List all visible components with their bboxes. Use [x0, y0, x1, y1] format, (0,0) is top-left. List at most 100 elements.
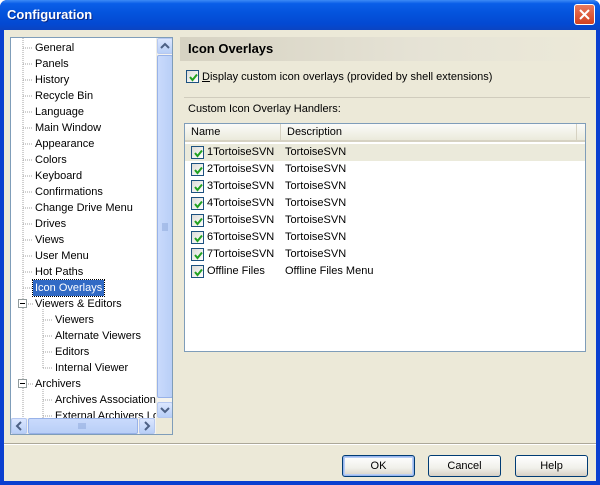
handler-description: TortoiseSVN: [285, 214, 347, 226]
list-item[interactable]: 6TortoiseSVN TortoiseSVN: [185, 229, 585, 246]
tree-item-icon-overlays[interactable]: Icon Overlays: [31, 279, 106, 297]
page-header: Icon Overlays: [180, 37, 590, 61]
tree-vertical-scrollbar[interactable]: [156, 38, 172, 418]
close-button[interactable]: [574, 4, 595, 25]
tree-horizontal-scroll-thumb[interactable]: [28, 418, 138, 434]
tree-item-internal-viewer[interactable]: Internal Viewer: [53, 360, 130, 376]
tree-item-colors[interactable]: Colors: [33, 152, 69, 168]
tree-vertical-scroll-thumb[interactable]: [157, 55, 172, 398]
cancel-button[interactable]: Cancel: [428, 455, 501, 477]
checkmark-icon: [194, 251, 203, 260]
handler-name: Offline Files: [207, 265, 265, 277]
tree-item-recycle-bin[interactable]: Recycle Bin: [33, 88, 95, 104]
page-title: Icon Overlays: [188, 41, 274, 56]
handler-name: 1TortoiseSVN: [207, 146, 275, 158]
handler-checkbox[interactable]: [191, 265, 204, 278]
tree-item-viewers-editors[interactable]: Viewers & Editors: [33, 296, 124, 312]
list-item[interactable]: 3TortoiseSVN TortoiseSVN: [185, 178, 585, 195]
list-item[interactable]: Offline Files Offline Files Menu: [185, 263, 585, 280]
settings-tree[interactable]: General Panels History Recycle Bin Language M…: [10, 37, 173, 435]
handler-description: TortoiseSVN: [285, 180, 347, 192]
tree-item-confirmations[interactable]: Confirmations: [33, 184, 105, 200]
handler-checkbox[interactable]: [191, 248, 204, 261]
tree-item-appearance[interactable]: Appearance: [33, 136, 96, 152]
tree-item-alternate-viewers[interactable]: Alternate Viewers: [53, 328, 143, 344]
tree-item-editors[interactable]: Editors: [53, 344, 91, 360]
display-overlays-mnemonic: D: [202, 71, 210, 83]
scroll-right-icon: [144, 421, 151, 431]
handler-name: 2TortoiseSVN: [207, 163, 275, 175]
tree-item-drives[interactable]: Drives: [33, 216, 68, 232]
list-item[interactable]: 5TortoiseSVN TortoiseSVN: [185, 212, 585, 229]
collapse-icon[interactable]: [18, 379, 27, 388]
handler-name: 4TortoiseSVN: [207, 197, 275, 209]
help-button[interactable]: Help: [515, 455, 588, 477]
handler-checkbox[interactable]: [191, 231, 204, 244]
checkmark-icon: [194, 183, 203, 192]
handler-description: TortoiseSVN: [285, 231, 347, 243]
grip-icon: [162, 223, 168, 231]
collapse-icon[interactable]: [18, 299, 27, 308]
scroll-down-button[interactable]: [157, 402, 172, 418]
tree-item-main-window[interactable]: Main Window: [33, 120, 103, 136]
button-bar-separator-highlight: [4, 444, 596, 445]
title-bar[interactable]: Configuration: [0, 0, 600, 30]
display-overlays-label[interactable]: Display custom icon overlays (provided b…: [202, 71, 492, 83]
tree-item-general[interactable]: General: [33, 40, 76, 56]
display-overlays-checkbox[interactable]: [186, 70, 199, 83]
scroll-right-button[interactable]: [139, 418, 155, 434]
tree-item-hot-paths[interactable]: Hot Paths: [33, 264, 85, 280]
scroll-down-icon: [160, 407, 170, 414]
display-overlays-text: isplay custom icon overlays (provided by…: [209, 71, 493, 83]
tree-item-archives-associations[interactable]: Archives Associations: [53, 392, 163, 408]
tree-item-viewers[interactable]: Viewers: [53, 312, 96, 328]
tree-item-change-drive-menu[interactable]: Change Drive Menu: [33, 200, 135, 216]
checkmark-icon: [194, 217, 203, 226]
list-header: Name Description: [185, 124, 585, 142]
checkmark-icon: [194, 200, 203, 209]
list-item[interactable]: 1TortoiseSVN TortoiseSVN: [185, 144, 585, 161]
list-item[interactable]: 4TortoiseSVN TortoiseSVN: [185, 195, 585, 212]
scroll-left-button[interactable]: [11, 418, 27, 434]
handler-checkbox[interactable]: [191, 163, 204, 176]
handler-checkbox[interactable]: [191, 180, 204, 193]
icon-overlays-page: Icon Overlays Display custom icon overla…: [180, 37, 590, 435]
scroll-up-button[interactable]: [157, 38, 172, 54]
handler-name: 7TortoiseSVN: [207, 248, 275, 260]
scrollbar-corner: [156, 418, 172, 434]
tree-item-language[interactable]: Language: [33, 104, 86, 120]
list-item[interactable]: 7TortoiseSVN TortoiseSVN: [185, 246, 585, 263]
handler-description: TortoiseSVN: [285, 146, 347, 158]
checkmark-icon: [194, 268, 203, 277]
tree-item-views[interactable]: Views: [33, 232, 66, 248]
handler-checkbox[interactable]: [191, 146, 204, 159]
handlers-group-label: Custom Icon Overlay Handlers:: [188, 103, 341, 115]
tree-item-keyboard[interactable]: Keyboard: [33, 168, 84, 184]
dialog-client-area: General Panels History Recycle Bin Language M…: [4, 30, 596, 481]
list-item[interactable]: 2TortoiseSVN TortoiseSVN: [185, 161, 585, 178]
tree-item-archivers[interactable]: Archivers: [33, 376, 83, 392]
scroll-left-icon: [15, 421, 22, 431]
window-title: Configuration: [7, 7, 93, 22]
configuration-window: Configuration General Panels History Recycl…: [0, 0, 600, 485]
handler-checkbox[interactable]: [191, 197, 204, 210]
column-header-description[interactable]: Description: [281, 124, 577, 140]
tree-item-history[interactable]: History: [33, 72, 71, 88]
overlay-handlers-list[interactable]: Name Description 1TortoiseSVN TortoiseSVN…: [184, 123, 586, 352]
checkmark-icon: [189, 73, 198, 82]
group-separator: [184, 97, 590, 98]
column-header-name[interactable]: Name: [185, 124, 281, 140]
tree-item-panels[interactable]: Panels: [33, 56, 71, 72]
handler-name: 3TortoiseSVN: [207, 180, 275, 192]
checkmark-icon: [194, 149, 203, 158]
tree-item-user-menu[interactable]: User Menu: [33, 248, 91, 264]
checkmark-icon: [194, 234, 203, 243]
close-icon: [579, 9, 590, 20]
handler-description: TortoiseSVN: [285, 163, 347, 175]
handler-name: 5TortoiseSVN: [207, 214, 275, 226]
scroll-up-icon: [160, 42, 170, 49]
tree-horizontal-scrollbar[interactable]: [11, 418, 156, 434]
handler-description: Offline Files Menu: [285, 265, 374, 277]
handler-checkbox[interactable]: [191, 214, 204, 227]
ok-button[interactable]: OK: [342, 455, 415, 477]
